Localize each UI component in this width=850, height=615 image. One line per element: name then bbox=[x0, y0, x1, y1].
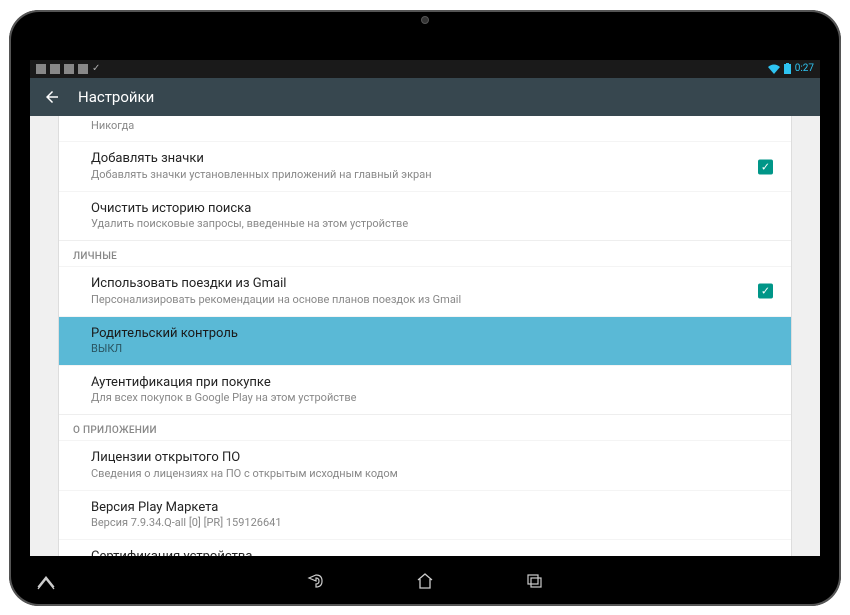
status-left: ✓ bbox=[36, 63, 100, 74]
row-subtitle: Персонализировать рекомендации на основе… bbox=[91, 293, 773, 308]
battery-icon bbox=[784, 63, 791, 74]
row-title: Версия Play Маркета bbox=[91, 499, 773, 517]
row-subtitle: Сведения о лицензиях на ПО с открытым ис… bbox=[91, 467, 773, 482]
row-gmail-trips[interactable]: Использовать поездки из Gmail Персонализ… bbox=[59, 266, 791, 315]
checkbox-checked-icon[interactable]: ✓ bbox=[758, 284, 773, 299]
section-personal: ЛИЧНЫЕ bbox=[59, 240, 791, 266]
row-auto-update[interactable]: Автообновление приложений Никогда bbox=[59, 116, 791, 142]
row-purchase-auth[interactable]: Аутентификация при покупке Для всех поку… bbox=[59, 365, 791, 414]
back-button[interactable] bbox=[42, 87, 62, 107]
row-certification[interactable]: Сертификация устройства bbox=[59, 539, 791, 555]
row-subtitle: Версия 7.9.34.Q-all [0] [PR] 159126641 bbox=[91, 516, 773, 531]
row-title: Аутентификация при покупке bbox=[91, 374, 773, 392]
status-bar: ✓ 0:27 bbox=[30, 60, 820, 78]
row-title: Родительский контроль bbox=[91, 325, 773, 343]
row-title: Лицензии открытого ПО bbox=[91, 449, 773, 467]
row-subtitle: Для всех покупок в Google Play на этом у… bbox=[91, 391, 773, 406]
title-bar: Настройки bbox=[30, 78, 820, 116]
row-licenses[interactable]: Лицензии открытого ПО Сведения о лицензи… bbox=[59, 440, 791, 489]
row-title: Добавлять значки bbox=[91, 150, 773, 168]
row-version[interactable]: Версия Play Маркета Версия 7.9.34.Q-all … bbox=[59, 490, 791, 539]
status-icon bbox=[50, 64, 60, 74]
nav-home-button[interactable] bbox=[415, 571, 435, 591]
row-subtitle: ВЫКЛ bbox=[91, 342, 773, 357]
row-subtitle: Добавлять значки установленных приложени… bbox=[91, 168, 773, 183]
row-subtitle: Удалить поисковые запросы, введенные на … bbox=[91, 217, 773, 232]
front-camera bbox=[421, 16, 429, 24]
row-subtitle: Никогда bbox=[91, 119, 773, 134]
status-icon bbox=[36, 64, 46, 74]
row-parental-control[interactable]: Родительский контроль ВЫКЛ bbox=[59, 316, 791, 365]
check-icon: ✓ bbox=[92, 63, 100, 74]
nav-bar bbox=[35, 568, 815, 594]
wifi-icon bbox=[768, 64, 780, 74]
status-right: 0:27 bbox=[768, 63, 814, 74]
row-title: Использовать поездки из Gmail bbox=[91, 275, 773, 293]
settings-content: Автообновление приложений Никогда Добавл… bbox=[30, 116, 820, 556]
row-title: Сертификация устройства bbox=[91, 548, 773, 555]
settings-panel: Автообновление приложений Никогда Добавл… bbox=[58, 116, 792, 556]
nav-back-button[interactable] bbox=[305, 571, 325, 591]
status-icon bbox=[64, 64, 74, 74]
screen: ✓ 0:27 Настройки Автообновление приложен… bbox=[30, 60, 820, 556]
tablet-frame: ✓ 0:27 Настройки Автообновление приложен… bbox=[9, 10, 841, 606]
checkbox-checked-icon[interactable]: ✓ bbox=[758, 159, 773, 174]
status-time: 0:27 bbox=[795, 63, 814, 74]
arrow-back-icon bbox=[43, 88, 61, 106]
row-title: Очистить историю поиска bbox=[91, 200, 773, 218]
row-clear-history[interactable]: Очистить историю поиска Удалить поисковы… bbox=[59, 191, 791, 240]
status-icon bbox=[78, 64, 88, 74]
nav-recent-button[interactable] bbox=[525, 571, 545, 591]
page-title: Настройки bbox=[78, 88, 154, 106]
row-add-icons[interactable]: Добавлять значки Добавлять значки устано… bbox=[59, 141, 791, 190]
section-about: О ПРИЛОЖЕНИИ bbox=[59, 414, 791, 440]
